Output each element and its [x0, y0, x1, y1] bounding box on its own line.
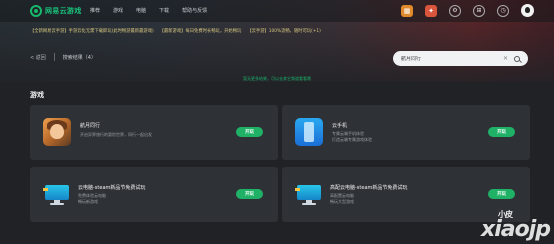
nav-item-computer[interactable]: 电脑: [136, 7, 146, 14]
card-description: 开启异界旅行的冒险世界，同行一起出发: [80, 132, 152, 137]
search-input[interactable]: [401, 55, 503, 62]
nav-item-games[interactable]: 游戏: [113, 7, 123, 14]
game-card[interactable]: 航月同行 开启异界旅行的冒险世界，同行一起出发 开玩: [30, 105, 278, 160]
cloud-pc-icon: [295, 180, 323, 208]
watermark: 小皮 xiaojp: [481, 210, 551, 242]
cloud-phone-icon: [295, 118, 323, 146]
divider: [53, 53, 55, 61]
settings-icon[interactable]: ⚙: [449, 4, 461, 17]
top-navigation: 网易云游戏 推荐 游戏 电脑 下载 帮助与反馈 ▦ ✦ ⚙ ⊞ ◷: [0, 0, 554, 22]
notice-text: 暂无更多结果，可以去其它频道看看哦: [243, 76, 311, 81]
section-title: 游戏: [30, 91, 44, 99]
nav-item-download[interactable]: 下载: [159, 7, 169, 14]
gift-icon[interactable]: ✦: [425, 4, 437, 17]
logo[interactable]: 网易云游戏: [30, 5, 82, 17]
game-card[interactable]: 云电脑-steam新品节免费试玩 免费体验云电脑 畅玩新游戏 开玩: [30, 167, 278, 222]
play-button[interactable]: 开玩: [488, 127, 515, 137]
clock-icon[interactable]: ◷: [497, 4, 509, 17]
card-title: 云电脑-steam新品节免费试玩: [78, 185, 146, 191]
back-link[interactable]: < 返回: [30, 54, 46, 61]
nav-menu: 推荐 游戏 电脑 下载 帮助与反馈: [90, 7, 207, 14]
card-title: 云手机: [332, 123, 348, 129]
cloud-pc-icon: [43, 180, 71, 208]
store-icon[interactable]: ▦: [401, 4, 413, 17]
search-icon[interactable]: [514, 55, 520, 62]
card-title: 航月同行: [80, 123, 101, 129]
watermark-small: 小皮: [498, 210, 513, 219]
game-thumbnail: [43, 118, 71, 146]
play-button[interactable]: 开玩: [236, 127, 263, 137]
game-card[interactable]: 高配云电脑-steam新品节免费试玩 高配置云电脑 畅玩大型游戏 开玩: [282, 167, 530, 222]
ticker-item[interactable]: 【全新网易云手游】手游云化无需下载即玩(此时畅游最新最游戏): [30, 28, 154, 34]
nav-item-recommend[interactable]: 推荐: [90, 7, 100, 14]
clear-icon[interactable]: ✕: [503, 55, 508, 62]
play-button[interactable]: 开玩: [488, 189, 515, 199]
card-description: 畅玩大型游戏: [330, 199, 354, 204]
card-title: 高配云电脑-steam新品节免费试玩: [330, 185, 408, 191]
search-box[interactable]: ✕: [393, 51, 528, 66]
card-description: 畅玩新游戏: [78, 199, 98, 204]
results-count: 搜索结果（4）: [62, 54, 96, 61]
card-description: 打造云端专属游戏体验: [332, 137, 372, 142]
watermark-main: xiaojp: [481, 217, 551, 242]
grid-icon[interactable]: ⊞: [473, 4, 485, 17]
avatar[interactable]: [521, 4, 534, 17]
nav-item-help[interactable]: 帮助与反馈: [182, 7, 207, 14]
play-button[interactable]: 开玩: [236, 189, 263, 199]
results-bar: < 返回 搜索结果（4）: [30, 53, 96, 61]
nav-icon-group: ▦ ✦ ⚙ ⊞ ◷: [401, 4, 534, 17]
logo-text: 网易云游戏: [45, 7, 82, 15]
ticker-item[interactable]: 【最新游戏】每日免费时长畅玩，开始畅玩: [160, 28, 242, 34]
ticker-item[interactable]: 【云手游】100%流畅，随时可玩(+1): [247, 28, 321, 34]
logo-icon: [30, 5, 42, 17]
announcement-ticker: 【全新网易云手游】手游云化无需下载即玩(此时畅游最新最游戏) 【最新游戏】每日免…: [30, 28, 321, 34]
game-card[interactable]: 云手机 专属云端手机体验 打造云端专属游戏体验 开玩: [282, 105, 530, 160]
